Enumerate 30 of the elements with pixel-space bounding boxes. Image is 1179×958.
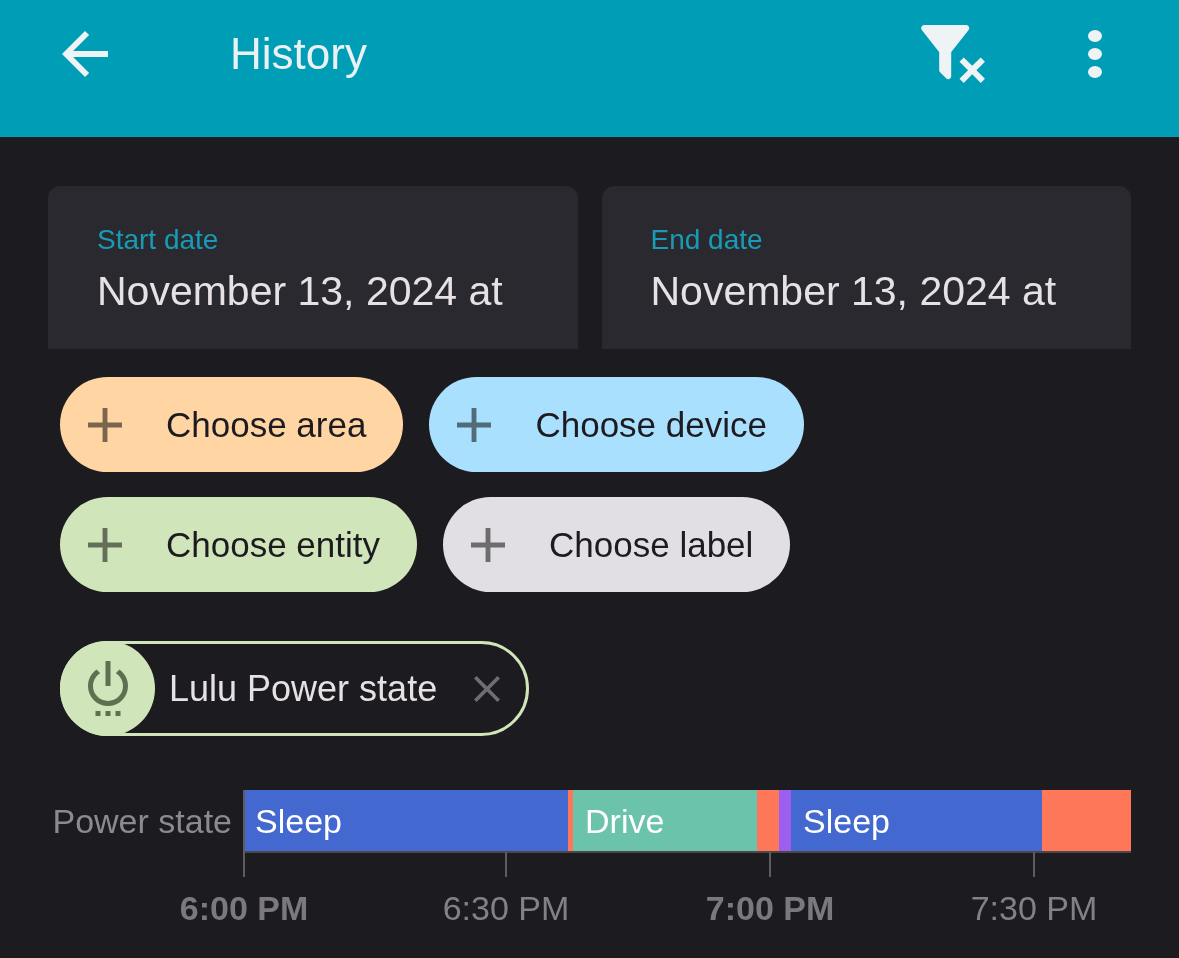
page-title: History [230,29,368,79]
segment-label: Drive [585,802,665,840]
remove-button[interactable] [474,675,501,702]
add-target-chip[interactable]: Choose label [443,497,791,592]
plus-icon [457,407,492,442]
row-label: Power state [52,801,233,842]
close-icon [474,675,501,702]
date-field[interactable]: Start date November 13, 2024 at [48,186,578,349]
back-arrow-icon [62,31,108,77]
plus-icon [88,527,122,562]
segment-label: Sleep [803,802,890,840]
tick-label: 6:00 PM [179,888,309,928]
date-field[interactable]: End date November 13, 2024 at [601,186,1131,349]
plus-icon [88,407,122,442]
plus-icon [471,527,506,562]
add-target-chip[interactable]: Choose device [429,377,804,472]
add-target-chip[interactable]: Choose area [60,377,404,472]
more-vertical-icon [1088,30,1102,78]
tick-label: 7:00 PM [705,888,835,928]
funnel-x-icon [921,25,985,83]
segment-label: Sleep [255,802,342,840]
field-label: Start date [97,224,219,256]
date-input[interactable]: November 13, 2024 at [650,267,1101,315]
clear-filter-button[interactable] [918,22,988,86]
date-input[interactable]: November 13, 2024 at [97,267,548,315]
add-target-chip[interactable]: Choose entity [60,497,418,592]
tick-label: 6:30 PM [442,888,570,928]
tick-label: 7:30 PM [970,888,1098,928]
chip-label: Lulu Power state [169,667,438,710]
field-label: End date [650,224,763,256]
